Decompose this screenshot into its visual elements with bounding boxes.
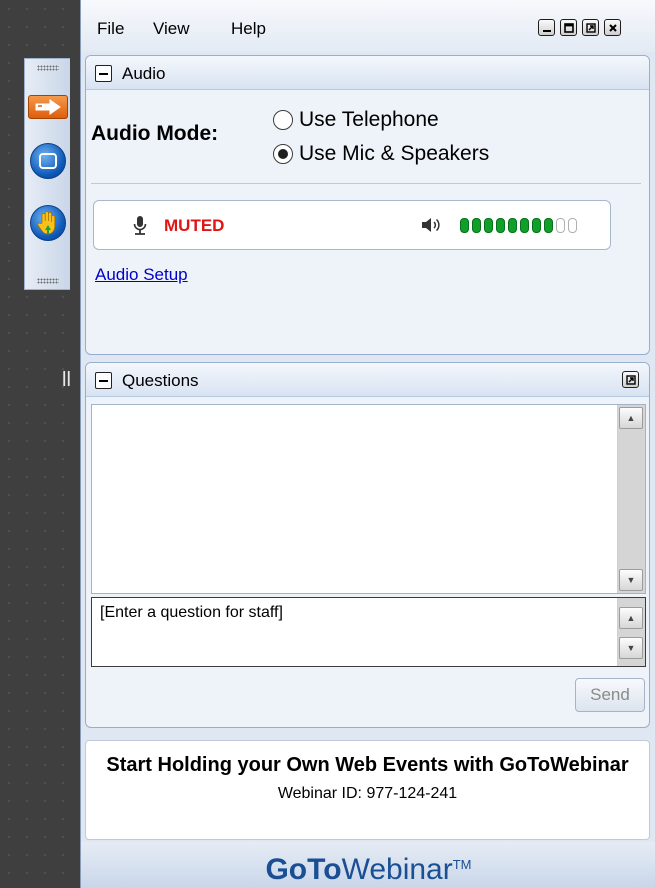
send-button[interactable]: Send — [575, 678, 645, 712]
level-dot — [520, 218, 529, 233]
level-dot — [568, 218, 577, 233]
question-input[interactable]: [Enter a question for staff] ▲ ▼ — [91, 597, 646, 667]
level-dot — [556, 218, 565, 233]
divider — [91, 183, 641, 184]
triangle-up-icon: ▲ — [626, 412, 636, 423]
questions-log-scrollbar[interactable]: ▲ ▼ — [617, 405, 645, 593]
gotowebinar-logo: GoToWebinarTM — [265, 853, 471, 886]
level-dot — [460, 218, 469, 233]
audio-pane-title: Audio — [122, 64, 166, 83]
level-dot — [544, 218, 553, 233]
menu-bar: File View Help — [81, 0, 655, 52]
scroll-down-button[interactable]: ▼ — [619, 569, 643, 591]
level-dot — [472, 218, 481, 233]
close-button[interactable] — [604, 19, 621, 36]
use-telephone-option[interactable]: Use Telephone — [273, 108, 439, 132]
footer: GoToWebinarTM — [81, 842, 655, 888]
menu-view[interactable]: View — [153, 19, 190, 39]
use-mic-speakers-option[interactable]: Use Mic & Speakers — [273, 142, 489, 166]
show-hide-control-panel-button[interactable] — [28, 95, 68, 119]
triangle-up-icon: ▲ — [626, 612, 636, 623]
question-input-scrollbar[interactable]: ▲ ▼ — [617, 598, 645, 666]
collapse-audio-button[interactable] — [95, 65, 112, 82]
brand-light: Webinar — [341, 853, 453, 886]
grip-handle-icon[interactable] — [37, 65, 59, 71]
audio-setup-link[interactable]: Audio Setup — [95, 265, 188, 285]
brand-tm: TM — [452, 857, 472, 872]
use-telephone-label: Use Telephone — [299, 108, 439, 131]
minimize-button[interactable] — [538, 19, 555, 36]
grip-handle-icon[interactable] — [37, 278, 59, 284]
use-mic-speakers-label: Use Mic & Speakers — [299, 142, 490, 165]
questions-pane-title: Questions — [122, 371, 199, 390]
grab-tab[interactable] — [24, 58, 70, 290]
questions-pane-header: Questions — [86, 363, 649, 397]
menu-help[interactable]: Help — [231, 19, 266, 39]
audio-mode-label: Audio Mode: — [91, 122, 219, 145]
raise-hand-icon — [37, 211, 56, 235]
use-mic-speakers-radio[interactable] — [273, 144, 293, 164]
microphone-icon[interactable] — [132, 215, 148, 237]
speaker-icon[interactable] — [420, 215, 442, 235]
maximize-button[interactable] — [560, 19, 577, 36]
raise-hand-button[interactable] — [30, 205, 66, 241]
use-telephone-radio[interactable] — [273, 110, 293, 130]
restore-icon — [585, 22, 596, 33]
screen-view-icon — [39, 153, 57, 169]
close-icon — [608, 23, 617, 32]
speaker-level-meter — [460, 218, 580, 233]
level-dot — [508, 218, 517, 233]
maximize-icon — [563, 22, 574, 33]
scroll-up-button[interactable]: ▲ — [619, 407, 643, 429]
webinar-id: Webinar ID: 977-124-241 — [277, 785, 458, 802]
minimize-icon — [542, 29, 551, 32]
popout-icon — [625, 374, 636, 385]
menu-file[interactable]: File — [97, 19, 124, 39]
arrow-right-icon — [35, 99, 61, 115]
restore-button[interactable] — [582, 19, 599, 36]
triangle-down-icon: ▼ — [626, 574, 636, 585]
input-scroll-down-button[interactable]: ▼ — [619, 637, 643, 659]
audio-status-box: MUTED — [93, 200, 611, 250]
promo-title: Start Holding your Own Web Events with G… — [106, 754, 629, 776]
input-scroll-up-button[interactable]: ▲ — [619, 607, 643, 629]
promo-box: Start Holding your Own Web Events with G… — [85, 740, 650, 840]
level-dot — [484, 218, 493, 233]
audio-pane-header: Audio — [86, 56, 649, 90]
gotowebinar-control-panel: File View Help Audio Audio Mode: Use Tel… — [80, 0, 655, 888]
popout-questions-button[interactable] — [622, 371, 639, 388]
screen-view-button[interactable] — [30, 143, 66, 179]
collapse-questions-button[interactable] — [95, 372, 112, 389]
background-text-fragment: ll — [62, 369, 71, 391]
level-dot — [532, 218, 541, 233]
questions-log[interactable]: ▲ ▼ — [91, 404, 646, 594]
question-input-text: [Enter a question for staff] — [100, 604, 283, 621]
level-dot — [496, 218, 505, 233]
triangle-down-icon: ▼ — [626, 642, 636, 653]
mic-status: MUTED — [164, 216, 225, 235]
brand-bold: GoTo — [265, 853, 342, 886]
